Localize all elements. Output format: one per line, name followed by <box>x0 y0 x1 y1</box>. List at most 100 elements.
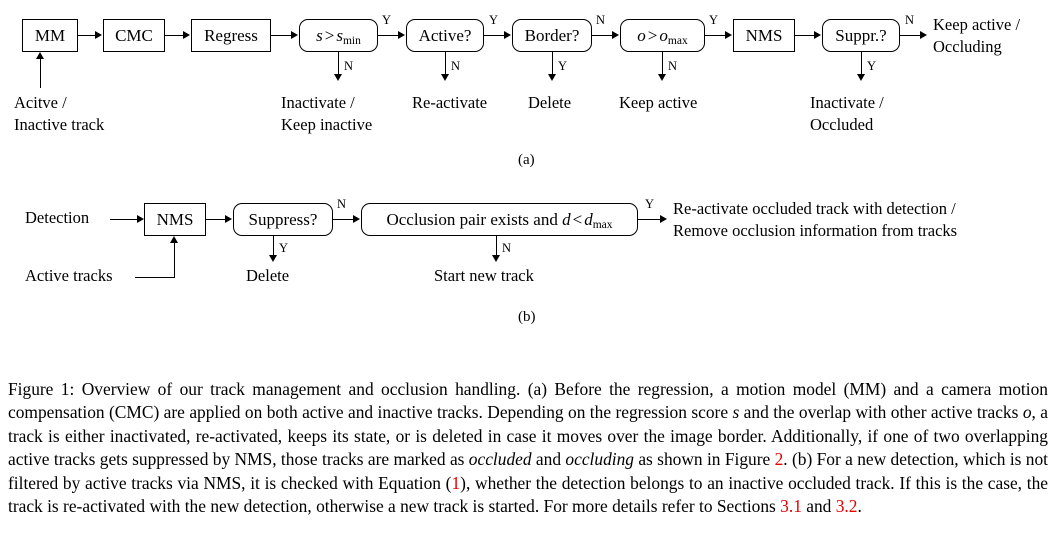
outcome-inactivate-keep-inactive: Inactivate / Keep inactive <box>281 92 372 136</box>
score-sub-min: min <box>342 34 361 47</box>
node-cmc[interactable]: CMC <box>103 19 165 52</box>
outcome-reactivate-occluded-line2: Remove occlusion information from tracks <box>673 221 958 240</box>
overlap-operator: > <box>647 25 658 45</box>
arrowhead-regress-score <box>291 30 298 39</box>
edge-label-suppress-no: N <box>337 197 347 211</box>
node-score-threshold-label: s > smin <box>316 25 361 47</box>
caption-seg5: as shown in Figure <box>633 449 775 470</box>
edge-occpair-yes <box>638 219 660 220</box>
node-border[interactable]: Border? <box>512 19 592 52</box>
score-var-smin: s <box>336 25 343 45</box>
occpair-sub-max: max <box>592 218 613 231</box>
outcome-keep-active: Keep active <box>619 92 697 114</box>
occpair-var-dmax: d <box>584 209 593 229</box>
edge-label-suppr-no: N <box>905 13 915 27</box>
arrowhead-active-border <box>504 30 511 39</box>
outcome-keep-active-line1: Keep active <box>619 93 698 112</box>
arrowhead-occpair-yes <box>660 214 667 223</box>
outcome-reactivate-occluded: Re-activate occluded track with detectio… <box>673 198 957 242</box>
node-mm-label: MM <box>34 26 66 45</box>
node-nms-a[interactable]: NMS <box>733 19 795 52</box>
edge-mm-cmc <box>78 35 95 36</box>
node-nms-a-label: NMS <box>745 26 783 45</box>
occpair-prefix: Occlusion pair exists and <box>386 209 563 229</box>
caption-ref-section-3-1[interactable]: 3.1 <box>780 496 802 516</box>
node-occlusion-pair[interactable]: Occlusion pair exists and d < dmax <box>361 203 638 236</box>
figure-caption: Figure 1: Overview of our track manageme… <box>8 378 1048 518</box>
outcome-reactivate-occluded-line1: Re-activate occluded track with detectio… <box>673 199 956 218</box>
edge-label-score-yes: Y <box>382 13 392 27</box>
node-score-threshold[interactable]: s > smin <box>299 19 378 52</box>
edge-detection-nms <box>110 219 137 220</box>
node-overlap-threshold-label: o > omax <box>637 25 688 47</box>
figure-root: MM CMC Regress s>smin Y N Active? Y N <box>0 0 1055 554</box>
outcome-keep-active-occluding-line2: Occluding <box>933 37 1002 56</box>
outcome-delete-a: Delete <box>528 92 571 114</box>
arrowhead-nms-suppr <box>814 30 821 39</box>
node-regress-label: Regress <box>204 26 258 45</box>
node-cmc-label: CMC <box>115 26 153 45</box>
edge-border-overlap <box>592 35 612 36</box>
caption-ref-figure-2[interactable]: 2 <box>775 449 784 469</box>
overlap-var-o: o <box>637 25 646 45</box>
caption-ref-section-3-2[interactable]: 3.2 <box>836 496 858 516</box>
overlap-sub-max: max <box>667 34 688 47</box>
node-mm[interactable]: MM <box>22 19 78 52</box>
arrowhead-overlap-nms <box>725 30 732 39</box>
caption-ref-equation-1[interactable]: 1 <box>451 473 460 493</box>
input-detection: Detection <box>25 208 90 227</box>
outcome-inactivate-keep-inactive-line2: Keep inactive <box>281 115 373 134</box>
input-active-inactive-track: Acitve / Inactive track <box>14 92 104 136</box>
edge-label-occpair-no: N <box>502 241 512 255</box>
arrowhead-activetracks-nms <box>169 236 178 243</box>
arrowhead-detection-nms <box>137 214 144 223</box>
caption-seg4: and <box>531 449 566 470</box>
arrowhead-border-yes <box>547 74 556 81</box>
edge-label-suppr-yes: Y <box>867 59 877 73</box>
edge-activetracks-horizontal <box>135 277 175 278</box>
edge-nms-suppr <box>795 35 814 36</box>
node-occlusion-pair-label: Occlusion pair exists and d < dmax <box>386 209 613 231</box>
edge-label-occpair-yes: Y <box>645 197 655 211</box>
caption-seg2: and the overlap with other active tracks <box>739 402 1023 423</box>
node-overlap-threshold[interactable]: o > omax <box>620 19 705 52</box>
edge-label-border-yes: Y <box>558 59 568 73</box>
score-var-s: s <box>316 25 323 45</box>
outcome-keep-active-occluding-line1: Keep active / <box>933 15 1021 34</box>
arrowhead-suppr-keepactive <box>920 30 927 39</box>
edge-cmc-regress <box>165 35 183 36</box>
edge-suppress-occpair <box>333 219 353 220</box>
caption-italic-occluding: occluding <box>565 449 634 470</box>
arrowhead-occpair-no <box>491 255 500 262</box>
outcome-re-activate-line1: Re-activate <box>412 93 488 112</box>
caption-math-o: o <box>1022 402 1032 423</box>
score-operator: > <box>324 25 335 45</box>
subcaption-b: (b) <box>518 309 536 325</box>
input-active-inactive-track-line2: Inactive track <box>14 115 105 134</box>
caption-seg9: . <box>857 496 862 517</box>
subcaption-a: (a) <box>518 152 535 168</box>
node-nms-b-label: NMS <box>156 210 194 229</box>
node-active[interactable]: Active? <box>406 19 484 52</box>
node-suppress-b[interactable]: Suppress? <box>233 203 333 236</box>
node-suppr[interactable]: Suppr.? <box>822 19 900 52</box>
arrowhead-suppress-occpair <box>353 214 360 223</box>
outcome-inactivate-occluded-line2: Occluded <box>810 115 874 134</box>
arrowhead-overlap-no <box>657 74 666 81</box>
edge-score-active <box>378 35 398 36</box>
arrowhead-suppress-yes <box>268 255 277 262</box>
outcome-inactivate-occluded-line1: Inactivate / <box>810 93 884 112</box>
node-regress[interactable]: Regress <box>191 19 271 52</box>
node-active-label: Active? <box>418 26 472 45</box>
occpair-var-d: d <box>562 209 571 229</box>
caption-seg8: and <box>801 496 836 517</box>
node-border-label: Border? <box>524 26 580 45</box>
caption-italic-occluded: occluded <box>468 449 532 470</box>
outcome-re-activate: Re-activate <box>412 92 487 114</box>
outcome-delete-b: Delete <box>246 266 290 285</box>
arrowhead-active-no <box>440 74 449 81</box>
arrowhead-nms-suppress-b <box>225 214 232 223</box>
outcome-inactivate-keep-inactive-line1: Inactivate / <box>281 93 355 112</box>
arrowhead-border-overlap <box>612 30 619 39</box>
node-nms-b[interactable]: NMS <box>144 203 206 236</box>
